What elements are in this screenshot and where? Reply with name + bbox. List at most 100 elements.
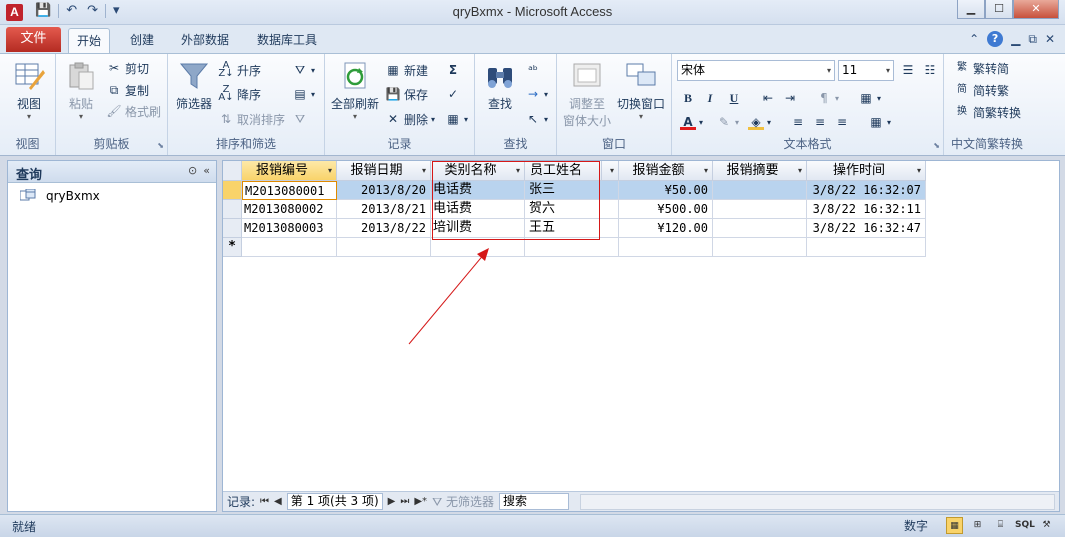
- align-center-button[interactable]: ≡: [812, 112, 828, 132]
- paste-button[interactable]: 粘贴 ▾: [64, 60, 98, 121]
- next-record-icon[interactable]: ▶: [388, 496, 396, 507]
- annotation-arrow: [408, 248, 489, 345]
- fit-window-icon: [571, 60, 603, 92]
- tab-database-tools[interactable]: 数据库工具: [249, 28, 325, 53]
- nav-pane-title: 查询: [16, 168, 43, 183]
- bullets-button[interactable]: ☰: [900, 60, 916, 80]
- first-record-icon[interactable]: ⏮: [260, 496, 269, 507]
- window-controls: ▁ ☐ ✕: [957, 0, 1059, 19]
- spelling-button[interactable]: ✓: [445, 84, 461, 104]
- collapse-ribbon-icon[interactable]: ⌃: [969, 32, 979, 46]
- view-icon: [13, 60, 45, 92]
- refresh-all-button[interactable]: 全部刷新 ▾: [329, 60, 381, 121]
- nav-collapse-icon[interactable]: «: [203, 164, 210, 177]
- bold-button[interactable]: B: [680, 88, 696, 108]
- nav-item-qrybxmx[interactable]: qryBxmx: [19, 188, 100, 203]
- align-left-button[interactable]: ≡: [790, 112, 806, 132]
- fill-color-icon: ◈: [748, 114, 764, 130]
- new-record-nav-icon[interactable]: ▶*: [414, 496, 427, 507]
- font-family-select[interactable]: 宋体 ▾: [677, 60, 835, 81]
- datasheet-view-icon[interactable]: ▦: [946, 517, 963, 534]
- nav-pane-header[interactable]: 查询 ⊙ «: [8, 161, 216, 183]
- format-painter-icon: 🖌: [106, 104, 122, 118]
- numlock-indicator: 数字: [903, 519, 928, 533]
- text-format-launcher-icon[interactable]: ⬊: [933, 141, 940, 150]
- underline-button[interactable]: U: [726, 88, 742, 108]
- group-label-window: 窗口: [601, 137, 626, 151]
- simp-to-trad-button[interactable]: 简 简转繁: [954, 80, 1009, 100]
- clear-sort-button[interactable]: ⇅ 取消排序: [218, 109, 285, 129]
- alternate-row-color-button[interactable]: ▦ ▾: [868, 112, 891, 132]
- indent-decrease-button[interactable]: ⇤: [760, 88, 776, 108]
- design-view-icon[interactable]: ⚒: [1038, 517, 1055, 534]
- minimize-button[interactable]: ▁: [957, 0, 985, 19]
- gridlines-button[interactable]: ▦ ▾: [858, 88, 881, 108]
- help-icon[interactable]: ?: [987, 31, 1004, 47]
- doc-minimize-icon[interactable]: ▁: [1011, 32, 1020, 46]
- totals-button[interactable]: Σ: [445, 60, 461, 80]
- advanced-filter-button[interactable]: ▤ ▾: [292, 84, 315, 104]
- delete-record-button[interactable]: ✕ 删除 ▾: [385, 109, 435, 129]
- current-record-field[interactable]: 第 1 项(共 3 项): [286, 493, 383, 510]
- scissors-icon: ✂: [108, 61, 120, 75]
- save-record-button[interactable]: 💾 保存: [385, 84, 429, 104]
- tab-file[interactable]: 文件: [6, 27, 61, 52]
- select-button[interactable]: ↖ ▾: [525, 109, 548, 129]
- refresh-icon: [339, 60, 371, 92]
- italic-button[interactable]: I: [702, 88, 718, 108]
- maximize-button[interactable]: ☐: [985, 0, 1013, 19]
- group-clipboard: 粘贴 ▾ ✂ 剪切 ⧉ 复制 🖌 格式刷 剪贴板 ⬊: [56, 54, 168, 155]
- font-color-button[interactable]: A ▾: [680, 112, 703, 132]
- pivottable-view-icon[interactable]: ⊞: [969, 517, 986, 534]
- filter-button[interactable]: 筛选器: [174, 60, 214, 112]
- goto-button[interactable]: → ▾: [525, 84, 548, 104]
- indent-increase-icon: ⇥: [784, 91, 796, 105]
- replace-button[interactable]: ᵃᵇ: [525, 60, 541, 80]
- pivotchart-view-icon[interactable]: ⌸: [992, 517, 1009, 534]
- fit-window-label-1: 调整至: [568, 97, 605, 111]
- cut-button[interactable]: ✂ 剪切: [106, 58, 149, 78]
- doc-restore-icon[interactable]: ⧉: [1028, 32, 1037, 47]
- switch-windows-dropdown-icon: ▾: [638, 112, 643, 121]
- view-button[interactable]: 视图 ▾: [10, 60, 48, 121]
- numbering-button[interactable]: ☷: [922, 60, 938, 80]
- last-record-icon[interactable]: ⏭: [400, 496, 409, 507]
- group-label-clipboard: 剪贴板: [93, 137, 130, 151]
- find-button[interactable]: 查找: [481, 60, 519, 112]
- align-right-icon: ≡: [836, 115, 848, 129]
- sql-view-icon[interactable]: SQL: [1015, 517, 1035, 534]
- switch-windows-button[interactable]: 切换窗口 ▾: [615, 60, 667, 121]
- previous-record-icon[interactable]: ◀: [274, 496, 282, 507]
- paragraph-direction-button[interactable]: ¶ ▾: [816, 88, 839, 108]
- no-filter-button[interactable]: ⛛ 无筛选器: [432, 493, 494, 510]
- toggle-filter-button[interactable]: ⛛: [292, 109, 308, 129]
- fit-to-window-button[interactable]: 调整至 窗体大小: [562, 60, 612, 129]
- close-button[interactable]: ✕: [1013, 0, 1059, 19]
- sort-ascending-button[interactable]: A Z↓ 升序: [218, 60, 261, 80]
- sort-descending-button[interactable]: Z A↓ 降序: [218, 84, 261, 104]
- doc-close-icon[interactable]: ✕: [1045, 32, 1055, 46]
- fill-color-button[interactable]: ◈ ▾: [748, 112, 771, 132]
- align-right-button[interactable]: ≡: [834, 112, 850, 132]
- nav-menu-icon[interactable]: ⊙: [188, 164, 197, 177]
- clipboard-launcher-icon[interactable]: ⬊: [157, 141, 164, 150]
- new-record-icon: ▦: [387, 63, 399, 77]
- nav-pane-controls: ⊙ «: [188, 164, 210, 177]
- selection-filter-button[interactable]: ⛛ ▾: [292, 60, 315, 80]
- tab-create[interactable]: 创建: [122, 28, 162, 53]
- tab-external-data[interactable]: 外部数据: [173, 28, 237, 53]
- indent-increase-button[interactable]: ⇥: [782, 88, 798, 108]
- tab-home[interactable]: 开始: [68, 28, 111, 53]
- copy-button[interactable]: ⧉ 复制: [106, 80, 149, 100]
- search-input[interactable]: 搜索: [498, 493, 569, 510]
- chinese-convert-button[interactable]: 换 简繁转换: [954, 102, 1021, 122]
- trad-to-simp-button[interactable]: 繁 繁转简: [954, 58, 1009, 78]
- new-record-button[interactable]: ▦ 新建: [385, 60, 428, 80]
- highlight-button[interactable]: ✎ ▾: [716, 112, 739, 132]
- horizontal-scrollbar[interactable]: [579, 493, 1055, 510]
- new-record-label: 新建: [404, 63, 429, 78]
- format-painter-button[interactable]: 🖌 格式刷: [106, 101, 161, 121]
- font-size-select[interactable]: 11 ▾: [838, 60, 894, 81]
- more-records-button[interactable]: ▦ ▾: [445, 109, 468, 129]
- goto-icon: →: [527, 87, 539, 101]
